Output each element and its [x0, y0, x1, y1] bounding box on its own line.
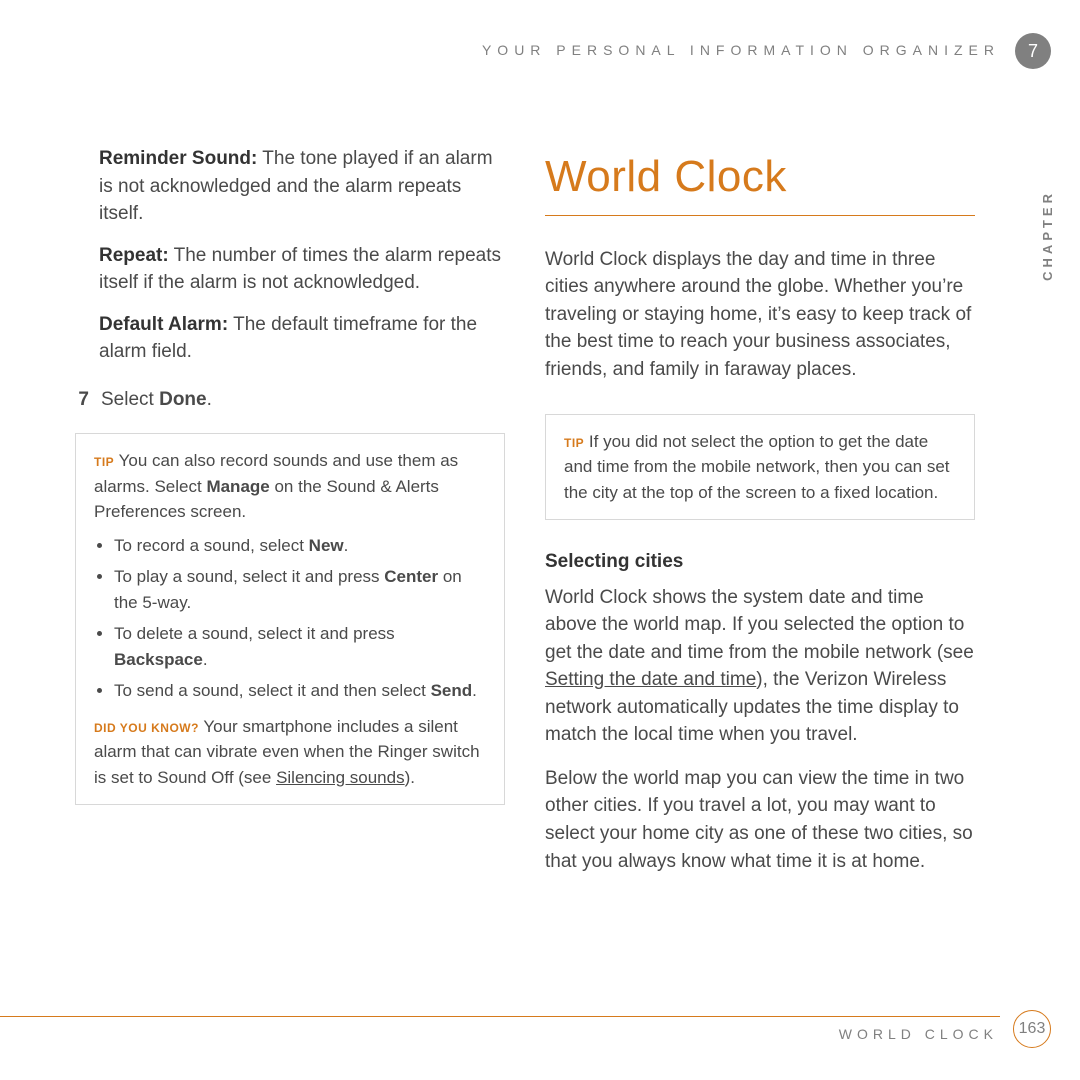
step-7: 7 Select Done.: [75, 386, 505, 414]
definition-reminder-sound: Reminder Sound: The tone played if an al…: [99, 145, 505, 228]
text: To record a sound, select: [114, 536, 309, 555]
list-item: To send a sound, select it and then sele…: [114, 678, 486, 704]
list-item: To record a sound, select New.: [114, 533, 486, 559]
definition-repeat: Repeat: The number of times the alarm re…: [99, 242, 505, 297]
tip-label: TIP: [564, 436, 584, 450]
running-header: YOUR PERSONAL INFORMATION ORGANIZER: [0, 42, 1000, 58]
bold: New: [309, 536, 344, 555]
footer-text: WORLD CLOCK: [0, 1026, 998, 1042]
section-title: World Clock: [545, 145, 975, 216]
text: .: [472, 681, 477, 700]
paragraph: World Clock shows the system date and ti…: [545, 584, 975, 749]
bold: Backspace: [114, 650, 203, 669]
step-number: 7: [75, 386, 89, 414]
bold: Center: [384, 567, 438, 586]
link-setting-date-time[interactable]: Setting the date and time: [545, 669, 756, 690]
text: .: [207, 389, 212, 410]
bold: Done: [159, 389, 207, 410]
did-you-know-label: DID YOU KNOW?: [94, 721, 199, 735]
term: Default Alarm:: [99, 314, 228, 335]
step-text: Select Done.: [101, 386, 212, 414]
right-column: World Clock World Clock displays the day…: [545, 145, 975, 891]
chapter-number-badge: 7: [1015, 33, 1051, 69]
term: Reminder Sound:: [99, 148, 257, 169]
left-column: Reminder Sound: The tone played if an al…: [75, 145, 505, 891]
text: To delete a sound, select it and press: [114, 624, 395, 643]
subheading-selecting-cities: Selecting cities: [545, 548, 975, 576]
list-item: To play a sound, select it and press Cen…: [114, 564, 486, 615]
text: .: [203, 650, 208, 669]
text: .: [344, 536, 349, 555]
tip-list: To record a sound, select New. To play a…: [114, 533, 486, 704]
tip-text: If you did not select the option to get …: [564, 432, 950, 502]
dyk-text: ).: [405, 768, 415, 787]
text: Select: [101, 389, 159, 410]
footer-rule: [0, 1016, 1000, 1017]
intro-paragraph: World Clock displays the day and time in…: [545, 246, 975, 384]
bold: Send: [431, 681, 473, 700]
page-number-badge: 163: [1013, 1010, 1051, 1048]
link-silencing-sounds[interactable]: Silencing sounds: [276, 768, 405, 787]
paragraph: Below the world map you can view the tim…: [545, 765, 975, 875]
tip-box: TIP You can also record sounds and use t…: [75, 433, 505, 805]
tip-box: TIP If you did not select the option to …: [545, 414, 975, 521]
bold: Manage: [206, 477, 269, 496]
text: To play a sound, select it and press: [114, 567, 384, 586]
term: Repeat:: [99, 245, 169, 266]
text: World Clock shows the system date and ti…: [545, 587, 974, 663]
definition-default-alarm: Default Alarm: The default timeframe for…: [99, 311, 505, 366]
chapter-label: CHAPTER: [1040, 190, 1055, 281]
tip-label: TIP: [94, 455, 114, 469]
list-item: To delete a sound, select it and press B…: [114, 621, 486, 672]
text: To send a sound, select it and then sele…: [114, 681, 431, 700]
